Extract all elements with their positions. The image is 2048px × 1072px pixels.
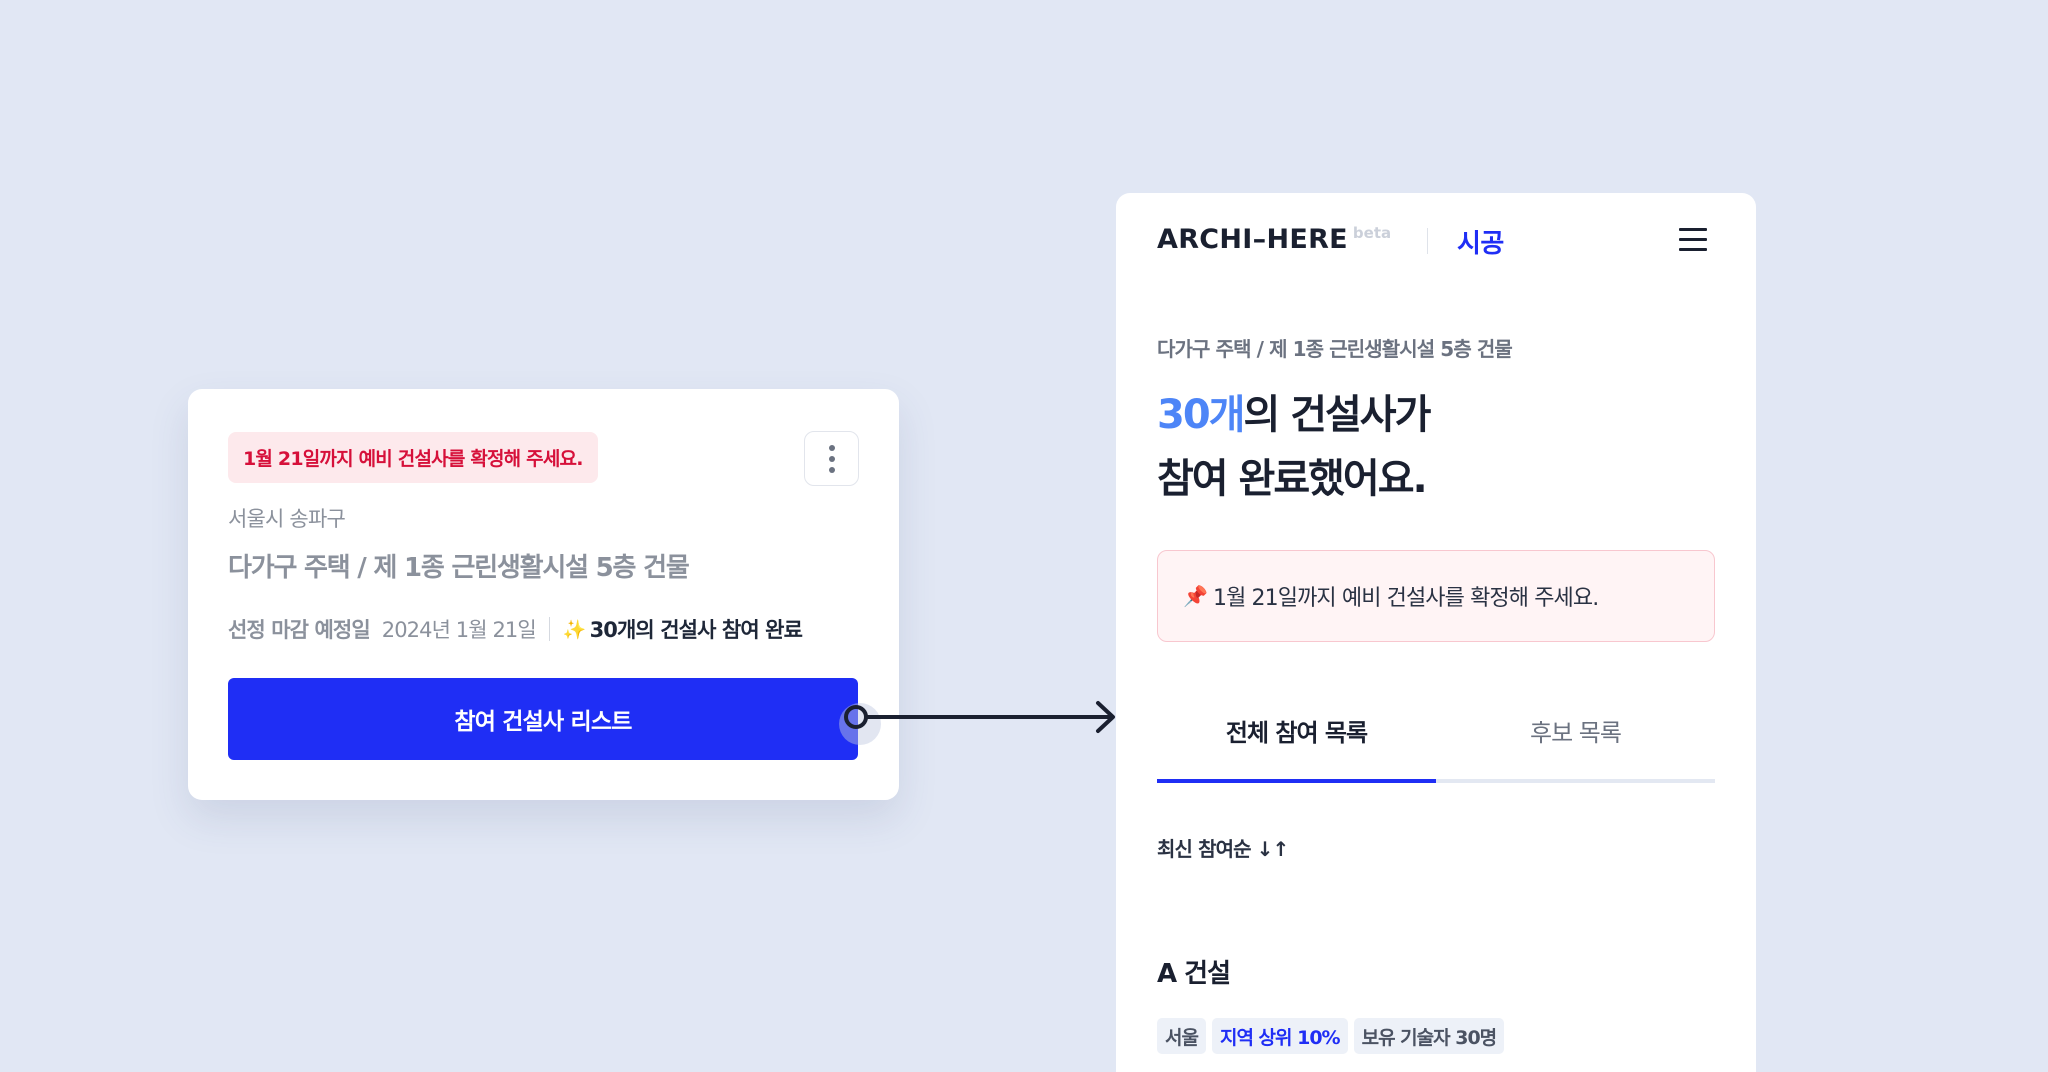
participation-count: 30개의 건설사 참여 완료 xyxy=(589,618,803,642)
tag-region: 서울 xyxy=(1157,1018,1206,1054)
meta-divider xyxy=(548,617,550,641)
company-tags: 서울 지역 상위 10% 보유 기술자 30명 xyxy=(1157,1018,1505,1054)
tab-all-participants[interactable]: 전체 참여 목록 xyxy=(1157,713,1436,783)
pushpin-icon: 📌 xyxy=(1183,584,1208,608)
sort-toggle[interactable]: 최신 참여순 ↓↑ xyxy=(1157,833,1289,862)
tab-candidates[interactable]: 후보 목록 xyxy=(1436,713,1715,779)
logo-text: ARCHI–HERE xyxy=(1157,224,1348,255)
company-name[interactable]: A 건설 xyxy=(1157,953,1231,990)
hamburger-menu-icon[interactable] xyxy=(1679,228,1707,252)
deadline-badge: 1월 21일까지 예비 건설사를 확정해 주세요. xyxy=(228,432,598,483)
project-meta: 선정 마감 예정일 2024년 1월 21일 ✨ 30개의 건설사 참여 완료 xyxy=(228,614,803,644)
participant-list-button[interactable]: 참여 건설사 리스트 xyxy=(228,678,858,760)
sparkle-icon: ✨ xyxy=(562,618,587,641)
project-location: 서울시 송파구 xyxy=(228,507,346,531)
headline-count: 30개 xyxy=(1157,392,1245,438)
headline-line2: 참여 완료했어요. xyxy=(1157,456,1428,502)
nav-section-label[interactable]: 시공 xyxy=(1457,223,1504,260)
arrow-right-icon xyxy=(844,701,1115,733)
more-options-button[interactable] xyxy=(804,431,859,486)
notice-text: 1월 21일까지 예비 건설사를 확정해 주세요. xyxy=(1213,586,1599,611)
project-subtitle: 다가구 주택 / 제 1종 근린생활시설 5층 건물 xyxy=(1157,337,1513,361)
deadline-label: 선정 마감 예정일 xyxy=(228,618,371,642)
more-vertical-icon xyxy=(828,444,835,451)
project-card: 1월 21일까지 예비 건설사를 확정해 주세요. 서울시 송파구 다가구 주택… xyxy=(188,389,899,800)
header-divider xyxy=(1427,228,1428,254)
project-title: 다가구 주택 / 제 1종 근린생활시설 5층 건물 xyxy=(228,553,690,583)
tag-rank: 지역 상위 10% xyxy=(1211,1018,1348,1054)
logo-beta-tag: beta xyxy=(1352,224,1392,242)
headline-rest: 의 건설사가 xyxy=(1243,392,1431,438)
list-tabs: 전체 참여 목록 후보 목록 xyxy=(1157,713,1715,783)
deadline-date: 2024년 1월 21일 xyxy=(381,618,537,642)
page-title: 30개의 건설사가 참여 완료했어요. xyxy=(1157,383,1431,511)
tag-engineers: 보유 기술자 30명 xyxy=(1353,1018,1505,1054)
mobile-panel: ARCHI–HERE beta 시공 다가구 주택 / 제 1종 근린생활시설 … xyxy=(1116,193,1756,1072)
logo[interactable]: ARCHI–HERE beta xyxy=(1157,224,1391,255)
notice-banner: 📌 1월 21일까지 예비 건설사를 확정해 주세요. xyxy=(1157,550,1715,642)
